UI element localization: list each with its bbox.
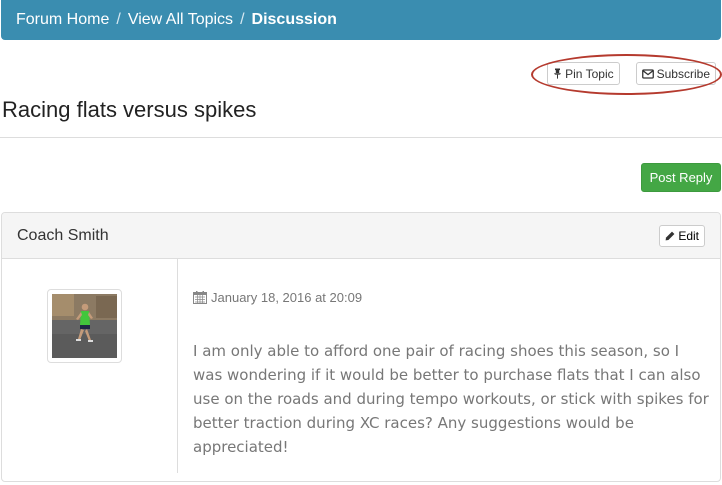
subscribe-label: Subscribe (656, 66, 710, 81)
post-content: January 18, 2016 at 20:09 I am only able… (193, 289, 713, 459)
breadcrumb-forum-home[interactable]: Forum Home (16, 11, 109, 29)
pin-topic-label: Pin Topic (565, 66, 614, 81)
envelope-icon (641, 68, 654, 79)
avatar[interactable] (47, 289, 122, 363)
post-date-text: January 18, 2016 at 20:09 (211, 289, 363, 305)
pencil-icon (665, 231, 675, 240)
post-header: Coach Smith Edit (2, 213, 720, 259)
post-body: January 18, 2016 at 20:09 I am only able… (2, 259, 720, 481)
post-author-name: Coach Smith (17, 226, 109, 244)
post-reply-button[interactable]: Post Reply (641, 163, 721, 192)
page-title: Racing flats versus spikes (2, 97, 257, 122)
post-date: January 18, 2016 at 20:09 (193, 289, 713, 305)
calendar-icon (193, 290, 207, 304)
edit-label: Edit (678, 228, 699, 243)
avatar-photo (52, 294, 117, 358)
post-card: Coach Smith Edit January 18, 2016 at 20:… (1, 212, 721, 482)
breadcrumb-current: Discussion (251, 11, 337, 28)
breadcrumb-view-all-topics[interactable]: View All Topics (128, 11, 233, 29)
author-column (2, 259, 178, 473)
pin-topic-button[interactable]: Pin Topic (547, 62, 620, 85)
post-text: I am only able to afford one pair of rac… (193, 342, 709, 456)
breadcrumb: Forum Home / View All Topics / Discussio… (1, 0, 721, 40)
title-divider (0, 137, 722, 138)
breadcrumb-separator: / (240, 11, 245, 28)
topic-actions: Pin Topic Subscribe (547, 62, 716, 85)
breadcrumb-separator: / (116, 11, 121, 28)
edit-post-button[interactable]: Edit (659, 224, 705, 247)
subscribe-button[interactable]: Subscribe (635, 62, 716, 85)
pushpin-icon (554, 68, 562, 79)
